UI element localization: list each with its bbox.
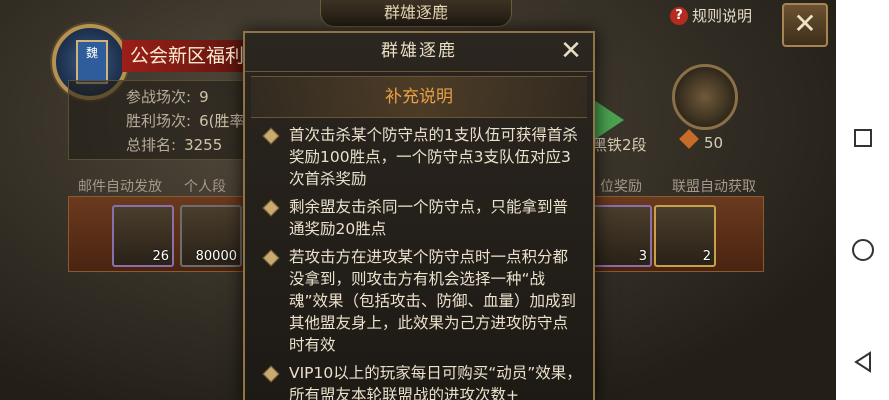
back-button[interactable] [836, 342, 889, 382]
diamond-bullet-icon [262, 199, 280, 217]
rank-points: 50 [704, 134, 724, 152]
stat-wins: 胜利场次: 6(胜率 [126, 112, 245, 130]
android-nav-bar [836, 0, 889, 400]
guild-flag-icon: 魏 [76, 40, 108, 84]
top-title-banner: 群雄逐鹿 [320, 0, 512, 27]
reward-slot[interactable]: 80000 [180, 205, 242, 267]
rules-button[interactable]: ? 规则说明 [670, 5, 752, 26]
game-screen: 群雄逐鹿 ? 规则说明 ✕ 魏 公会新区福利 参战场次: 9 胜利场次: 6(胜率 … [0, 0, 836, 400]
list-item: 若攻击方在进攻某个防守点时一点积分都没拿到，则攻击方有机会选择一种“战魂”效果（… [245, 246, 593, 356]
recents-button[interactable] [836, 118, 889, 158]
label-personal: 个人段 [184, 179, 226, 195]
rules-label: 规则说明 [692, 7, 753, 25]
label-tier-reward: 位奖励 [600, 179, 642, 195]
reward-slot[interactable]: 26 [112, 205, 174, 267]
reward-count: 3 [638, 249, 647, 264]
rank-panel: 黑铁2段 50 [592, 64, 760, 159]
notes-list: 首次击杀某个防守点的1支队伍可获得首杀奖励100胜点，一个防守点3支队伍对应3次… [245, 118, 593, 400]
home-button[interactable] [836, 230, 889, 270]
note-text: VIP10以上的玩家每日可购买“动员”效果，所有盟友本轮联盟战的进攻次数+ [289, 364, 582, 400]
info-dialog: 群雄逐鹿 ✕ 补充说明 首次击杀某个防守点的1支队伍可获得首杀奖励100胜点，一… [243, 31, 595, 400]
dialog-close-button[interactable]: ✕ [557, 37, 585, 65]
rank-emblem-icon [672, 64, 738, 130]
points-icon [679, 129, 699, 149]
reward-slot[interactable]: 3 [590, 205, 652, 267]
dialog-subtitle: 补充说明 [251, 76, 587, 118]
home-circle-icon [851, 239, 874, 261]
recents-square-icon [853, 129, 872, 147]
diamond-bullet-icon [262, 365, 280, 383]
close-icon: ✕ [560, 36, 582, 66]
note-text: 剩余盟友击杀同一个防守点，只能拿到普通奖励20胜点 [289, 198, 569, 238]
stat-rank: 总排名: 3255 [126, 136, 223, 154]
label-alliance-auto: 联盟自动获取 [672, 179, 756, 195]
reward-count: 26 [152, 249, 169, 264]
diamond-bullet-icon [262, 249, 280, 267]
reward-count: 2 [702, 249, 711, 264]
guild-name: 公会新区福利 [122, 40, 260, 72]
list-item: 剩余盟友击杀同一个防守点，只能拿到普通奖励20胜点 [245, 196, 593, 240]
close-icon: ✕ [793, 7, 817, 40]
reward-slot[interactable]: 2 [654, 205, 716, 267]
dialog-title: 群雄逐鹿 [245, 33, 593, 72]
main-close-button[interactable]: ✕ [782, 3, 828, 47]
list-item: VIP10以上的玩家每日可购买“动员”效果，所有盟友本轮联盟战的进攻次数+ [245, 362, 593, 400]
rank-name: 黑铁2段 [592, 136, 647, 154]
help-icon: ? [670, 6, 688, 25]
note-text: 若攻击方在进攻某个防守点时一点积分都没拿到，则攻击方有机会选择一种“战魂”效果（… [289, 248, 577, 354]
stat-battles: 参战场次: 9 [126, 88, 209, 106]
label-mail-auto: 邮件自动发放 [78, 179, 162, 195]
diamond-bullet-icon [262, 127, 280, 145]
note-text: 首次击杀某个防守点的1支队伍可获得首杀奖励100胜点，一个防守点3支队伍对应3次… [289, 126, 578, 188]
back-triangle-icon [853, 351, 871, 373]
list-item: 首次击杀某个防守点的1支队伍可获得首杀奖励100胜点，一个防守点3支队伍对应3次… [245, 124, 593, 190]
reward-count: 80000 [195, 249, 237, 264]
